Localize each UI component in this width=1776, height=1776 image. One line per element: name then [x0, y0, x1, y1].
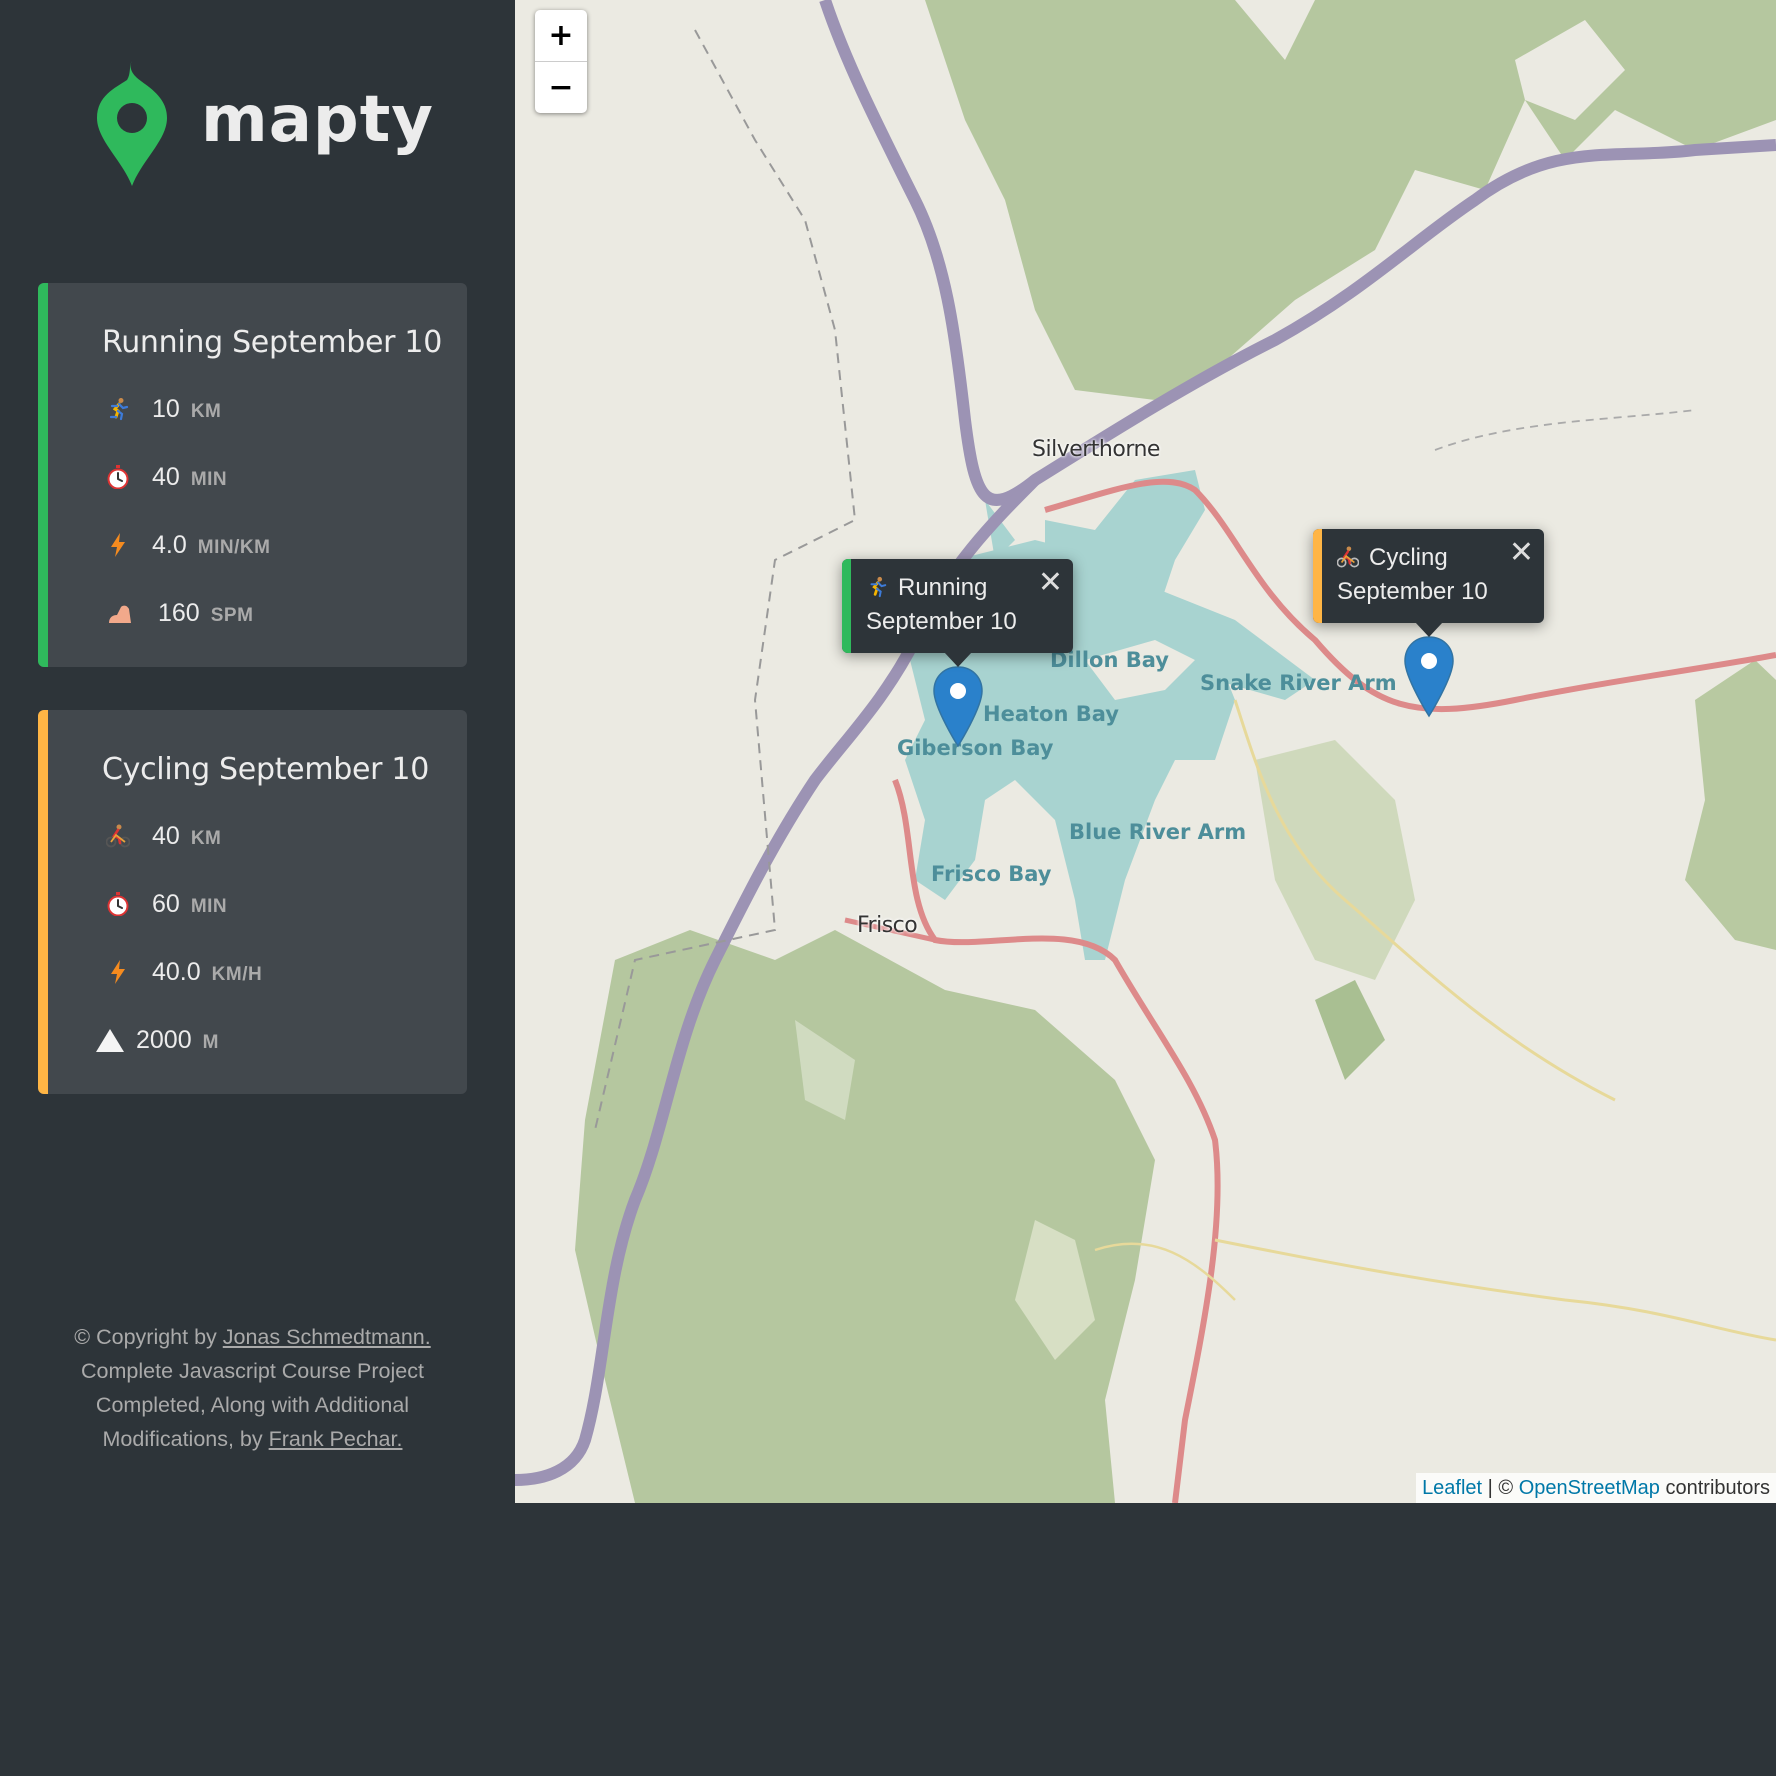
popup-line2: September 10	[866, 608, 1017, 635]
workout-pace: 4.0 MIN/KM	[106, 529, 270, 560]
pace-unit: MIN/KM	[197, 537, 271, 558]
popup-text: Cycling September 10	[1336, 541, 1488, 609]
duration-unit: MIN	[190, 469, 228, 490]
map-attribution: Leaflet | © OpenStreetMap contributors	[1416, 1473, 1776, 1503]
popup-type-bar	[842, 559, 851, 653]
duration-value: 40	[152, 463, 180, 491]
workout-type-bar	[38, 710, 48, 1094]
marker-cycling[interactable]	[1404, 636, 1454, 718]
workout-card-cycling[interactable]: Cycling September 10 40 KM 60 MIN 40.0 K…	[38, 710, 467, 1094]
map-label-heaton-bay: Heaton Bay	[983, 702, 1119, 726]
map-label-silverthorne: Silverthorne	[1032, 437, 1160, 462]
distance-unit: KM	[190, 401, 222, 422]
copyright: © Copyright by Jonas Schmedtmann. Comple…	[40, 1320, 465, 1456]
osm-link[interactable]: OpenStreetMap	[1519, 1477, 1660, 1499]
stopwatch-icon	[107, 892, 129, 916]
workout-title: Cycling September 10	[102, 752, 429, 787]
close-icon[interactable]: ✕	[1038, 565, 1063, 600]
close-icon[interactable]: ✕	[1509, 535, 1534, 570]
marker-running[interactable]	[933, 666, 983, 748]
map-label-frisco: Frisco	[857, 913, 918, 938]
workout-speed: 40.0 KM/H	[106, 956, 262, 987]
copyright-prefix: © Copyright by	[74, 1325, 223, 1349]
popup-tip	[1414, 622, 1443, 637]
popup-line1: Cycling	[1369, 544, 1448, 571]
elevation-unit: M	[202, 1032, 219, 1053]
app-name: mapty	[201, 83, 434, 157]
distance-unit: KM	[190, 828, 222, 849]
workout-distance: 40 KM	[106, 820, 221, 851]
stopwatch-icon	[107, 465, 129, 489]
speed-value: 40.0	[152, 958, 201, 986]
footprint-icon	[109, 605, 131, 623]
attribution-suffix: contributors	[1659, 1477, 1770, 1499]
distance-value: 40	[152, 822, 180, 850]
workout-elevation: 2000 M	[96, 1024, 219, 1055]
map-label-blue-river-arm: Blue River Arm	[1069, 820, 1247, 844]
map-label-snake-river-arm: Snake River Arm	[1200, 671, 1397, 695]
popup-running[interactable]: Running September 10 ✕	[842, 559, 1073, 667]
popup-tip	[943, 652, 972, 667]
elevation-value: 2000	[136, 1026, 192, 1054]
duration-value: 60	[152, 890, 180, 918]
workout-type-bar	[38, 283, 48, 667]
distance-value: 10	[152, 395, 180, 423]
workout-duration: 40 MIN	[106, 461, 227, 492]
zoom-in-button[interactable]: +	[535, 10, 587, 61]
map-tiles	[515, 0, 1776, 1503]
lightning-icon	[111, 533, 125, 557]
sidebar: mapty Running September 10 10 KM 40 MIN	[0, 0, 515, 1503]
cyclist-icon	[1336, 546, 1360, 568]
map-pin-icon	[97, 60, 167, 186]
workout-distance: 10 KM	[106, 393, 221, 424]
map-label-frisco-bay: Frisco Bay	[931, 862, 1052, 886]
speed-unit: KM/H	[211, 964, 263, 985]
lightning-icon	[111, 960, 125, 984]
workout-duration: 60 MIN	[106, 888, 227, 919]
workout-title: Running September 10	[102, 325, 442, 360]
logo: mapty	[97, 60, 434, 186]
duration-unit: MIN	[190, 896, 228, 917]
popup-cycling[interactable]: Cycling September 10 ✕	[1313, 529, 1544, 637]
cyclist-icon	[106, 824, 130, 848]
popup-text: Running September 10	[866, 571, 1017, 639]
cadence-unit: SPM	[210, 605, 254, 626]
popup-type-bar	[1313, 529, 1322, 623]
workout-cadence: 160 SPM	[106, 597, 253, 628]
cadence-value: 160	[158, 599, 200, 627]
contributor-link[interactable]: Frank Pechar.	[269, 1427, 403, 1451]
attribution-separator: | ©	[1482, 1477, 1519, 1499]
popup-line1: Running	[898, 574, 988, 601]
workout-card-running[interactable]: Running September 10 10 KM 40 MIN 4.0 MI…	[38, 283, 467, 667]
zoom-out-button[interactable]: −	[535, 61, 587, 113]
runner-icon	[870, 576, 887, 598]
leaflet-link[interactable]: Leaflet	[1422, 1477, 1482, 1499]
mountain-icon	[96, 1029, 124, 1052]
pace-value: 4.0	[152, 531, 187, 559]
map[interactable]: Silverthorne Frisco Dillon Bay Heaton Ba…	[515, 0, 1776, 1503]
runner-icon	[109, 398, 129, 421]
popup-line2: September 10	[1337, 578, 1488, 605]
author-link[interactable]: Jonas Schmedtmann.	[223, 1325, 431, 1349]
zoom-control: + −	[535, 10, 587, 113]
